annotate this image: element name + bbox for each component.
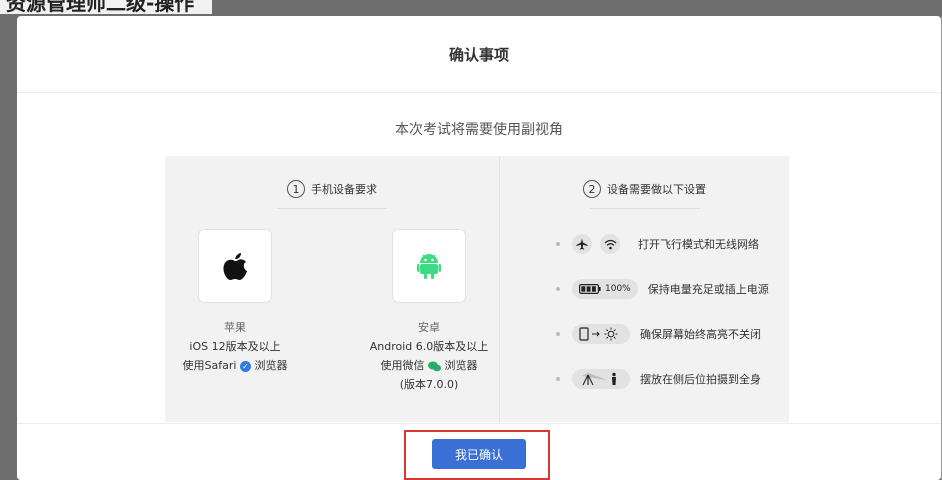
device-android-browser-prefix: 使用微信 — [380, 359, 425, 372]
setting-screen-text: 确保屏幕始终高亮不关闭 — [640, 328, 761, 341]
device-ios-name: 苹果 — [224, 321, 246, 334]
setting-battery-text: 保持电量充足或插上电源 — [647, 283, 769, 296]
step-2-column: 2 设备需要做以下设置 打开飞行模式和无线网络 100% 保持电量充足或插上电源… — [499, 156, 789, 422]
device-android-version: Android 6.0版本及以上 — [369, 340, 489, 353]
apple-logo-icon — [198, 229, 272, 303]
device-ios-browser: 使用Safari ✓ 浏览器 — [165, 357, 305, 373]
bullet-dot — [556, 287, 560, 291]
modal-subtitle: 本次考试将需要使用副视角 — [395, 122, 563, 138]
airplane-icon — [572, 234, 592, 254]
step-1-divider — [277, 208, 387, 209]
battery-icon: 100% — [572, 279, 638, 299]
wechat-icon — [428, 361, 441, 371]
setting-item-position: 摆放在侧后位拍摄到全身 — [556, 368, 789, 390]
settings-list: 打开飞行模式和无线网络 100% 保持电量充足或插上电源 确保屏幕始终高亮不关闭… — [500, 233, 789, 390]
bullet-dot — [556, 377, 560, 381]
step-2-heading: 2 设备需要做以下设置 — [500, 180, 789, 198]
step-1-heading: 1 手机设备要求 — [165, 180, 499, 198]
device-android-wechat-version: (版本7.0.0) — [399, 378, 459, 391]
battery-percent: 100% — [605, 284, 631, 294]
android-logo-icon — [392, 229, 466, 303]
device-ios: 苹果 iOS 12版本及以上 使用Safari ✓ 浏览器 — [165, 229, 305, 392]
modal-header: 确认事项 — [17, 16, 941, 93]
device-android-name: 安卓 — [418, 321, 440, 334]
bullet-dot — [556, 242, 560, 246]
setting-network-text: 打开飞行模式和无线网络 — [638, 238, 759, 251]
tripod-person-icon — [572, 369, 630, 389]
confirm-button[interactable]: 我已确认 — [432, 439, 526, 469]
setting-item-network: 打开飞行模式和无线网络 — [556, 233, 789, 255]
device-android: 安卓 Android 6.0版本及以上 使用微信 浏览器 (版本7.0.0) — [359, 229, 499, 392]
device-ios-browser-prefix: 使用Safari — [182, 359, 237, 372]
device-android-browser-suffix: 浏览器 — [444, 359, 478, 372]
device-ios-version: iOS 12版本及以上 — [189, 340, 281, 353]
setting-item-battery: 100% 保持电量充足或插上电源 — [556, 278, 789, 300]
step-1-label: 手机设备要求 — [311, 183, 377, 196]
background-page-title: 资源管理师二级-操作 — [0, 0, 212, 14]
requirements-panel: 1 手机设备要求 苹果 iOS 12版本及以上 使用Safari ✓ 浏览器 安… — [165, 156, 789, 422]
phone-brightness-icon — [572, 324, 630, 344]
modal-footer: 我已确认 — [17, 423, 941, 480]
device-ios-browser-suffix: 浏览器 — [254, 359, 288, 372]
wifi-icon — [600, 234, 620, 254]
step-2-number: 2 — [583, 180, 601, 198]
device-list: 苹果 iOS 12版本及以上 使用Safari ✓ 浏览器 安卓 Android… — [165, 229, 499, 392]
setting-position-text: 摆放在侧后位拍摄到全身 — [640, 373, 761, 386]
step-1-column: 1 手机设备要求 苹果 iOS 12版本及以上 使用Safari ✓ 浏览器 安… — [165, 156, 499, 422]
confirmation-modal: 确认事项 本次考试将需要使用副视角 1 手机设备要求 苹果 iOS 12版本及以… — [17, 16, 941, 480]
step-2-label: 设备需要做以下设置 — [607, 183, 706, 196]
setting-item-screen: 确保屏幕始终高亮不关闭 — [556, 323, 789, 345]
step-1-number: 1 — [287, 180, 305, 198]
modal-title: 确认事项 — [448, 45, 509, 64]
device-android-browser: 使用微信 浏览器 — [359, 357, 499, 373]
step-2-divider — [589, 208, 700, 209]
bullet-dot — [556, 332, 560, 336]
safari-icon: ✓ — [239, 360, 251, 372]
